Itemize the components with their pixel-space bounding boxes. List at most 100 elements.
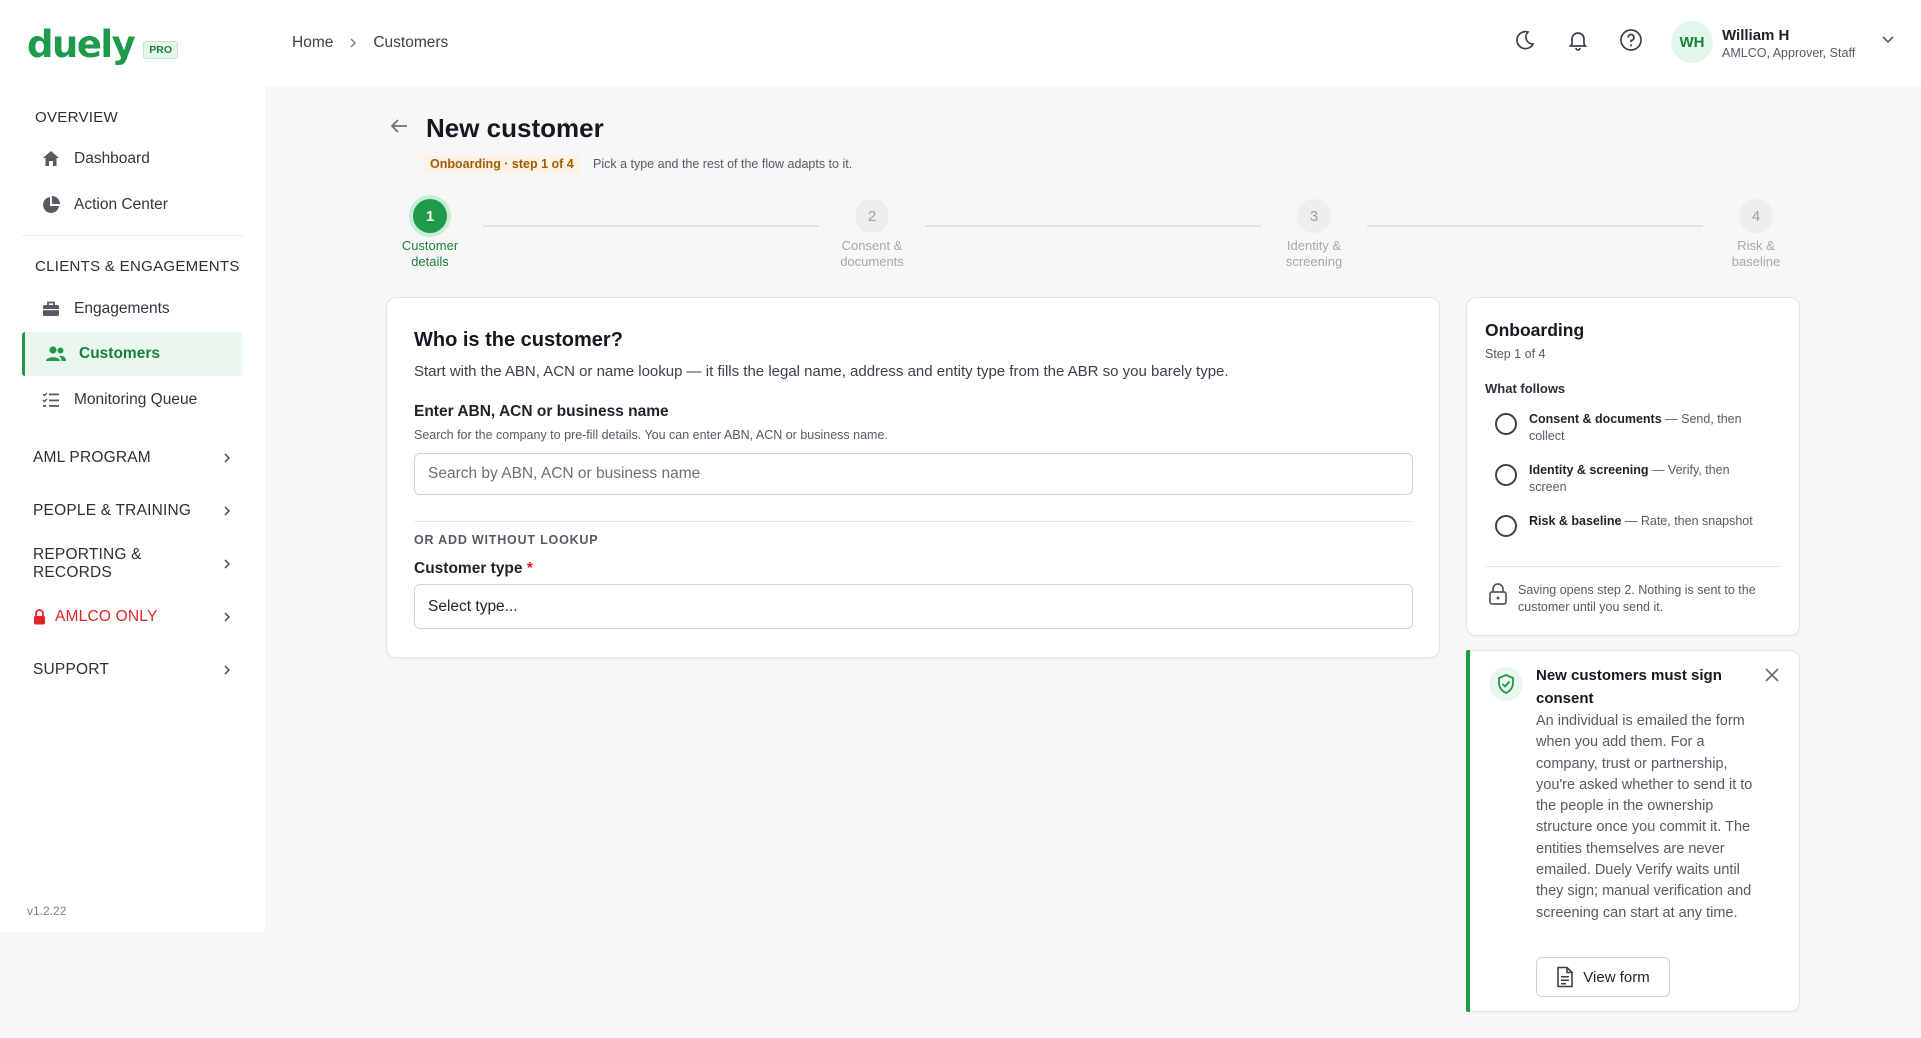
sidebar-item-label: Engagements: [74, 300, 170, 317]
avatar[interactable]: WH: [1671, 21, 1713, 63]
chevron-right-icon: [221, 611, 233, 623]
breadcrumb-home[interactable]: Home: [292, 34, 333, 52]
sidebar-group-reporting-records[interactable]: REPORTING & RECORDS: [22, 544, 243, 584]
or-add-without-lookup-label: OR ADD WITHOUT LOOKUP: [414, 533, 599, 547]
sidebar-group-label: REPORTING & RECORDS: [33, 546, 142, 581]
onboarding-divider: [1485, 566, 1782, 567]
lock-icon: [1487, 582, 1509, 606]
sidebar-item-label: Dashboard: [74, 150, 150, 167]
customer-type-select[interactable]: Select type...: [414, 584, 1413, 629]
step-label-line: Consent &: [841, 238, 903, 253]
sidebar-item-label: Action Center: [74, 196, 168, 213]
onboarding-item-identity: Identity & screening — Verify, then scre…: [1495, 462, 1795, 496]
what-follows-heading: What follows: [1485, 381, 1566, 396]
step-2-label[interactable]: Consent & documents: [817, 238, 927, 270]
step-4-label[interactable]: Risk & baseline: [1701, 238, 1811, 270]
onboarding-item-desc: — Rate, then snapshot: [1621, 514, 1753, 528]
sidebar-group-aml-program[interactable]: AML PROGRAM: [22, 438, 243, 478]
section-title-clients: CLIENTS & ENGAGEMENTS: [35, 258, 240, 275]
onboarding-item-risk: Risk & baseline — Rate, then snapshot: [1495, 513, 1795, 537]
circle-icon: [1495, 464, 1517, 486]
document-icon: [1556, 966, 1574, 988]
onboarding-step: Step 1 of 4: [1485, 347, 1546, 361]
lookup-label: Enter ABN, ACN or business name: [414, 403, 669, 420]
page-title: New customer: [426, 113, 604, 143]
sidebar-item-action-center[interactable]: Action Center: [22, 183, 243, 227]
sidebar-divider: [22, 235, 243, 236]
chevron-right-icon: [221, 505, 233, 517]
sidebar-group-people-training[interactable]: PEOPLE & TRAINING: [22, 491, 243, 531]
step-3-circle[interactable]: 3: [1297, 199, 1331, 233]
home-icon: [40, 148, 62, 170]
step-label-line: Risk &: [1737, 238, 1775, 253]
sidebar-group-label: SUPPORT: [33, 661, 110, 678]
onboarding-item-name: Identity & screening: [1529, 463, 1649, 477]
sidebar-group-support[interactable]: SUPPORT: [22, 650, 243, 690]
onboarding-item-name: Consent & documents: [1529, 412, 1662, 426]
app-version: v1.2.22: [27, 904, 67, 918]
help-icon[interactable]: [1618, 27, 1644, 53]
step-1-label[interactable]: Customer details: [375, 238, 485, 270]
form-divider: [414, 521, 1413, 522]
section-title-overview: OVERVIEW: [35, 109, 118, 126]
step-hint: Pick a type and the rest of the flow ada…: [593, 157, 853, 171]
step-label-line: documents: [840, 254, 904, 269]
users-icon: [45, 343, 67, 365]
onboarding-item-name: Risk & baseline: [1529, 514, 1622, 528]
step-1-circle[interactable]: 1: [413, 199, 447, 233]
step-4-circle[interactable]: 4: [1739, 199, 1773, 233]
callout-accent-bar: [1466, 650, 1470, 1012]
user-role: AMLCO, Approver, Staff: [1722, 46, 1856, 60]
step-2-circle[interactable]: 2: [855, 199, 889, 233]
sidebar-item-customers[interactable]: Customers: [22, 332, 243, 376]
sidebar-item-label: Monitoring Queue: [74, 391, 198, 408]
required-marker: *: [526, 560, 533, 577]
step-3-label[interactable]: Identity & screening: [1259, 238, 1369, 270]
chevron-right-icon: [221, 452, 233, 464]
step-label-line: baseline: [1731, 254, 1781, 269]
callout-body: An individual is emailed the form when y…: [1536, 713, 1753, 921]
user-name[interactable]: William H: [1722, 27, 1789, 44]
abn-search-input[interactable]: Search by ABN, ACN or business name: [414, 453, 1413, 495]
callout-title: New customers must sign consent: [1536, 667, 1722, 707]
chevron-right-icon: [348, 37, 358, 49]
step-label-line: details: [411, 254, 449, 269]
chevron-down-icon[interactable]: [1881, 32, 1895, 46]
sidebar-item-engagements[interactable]: Engagements: [22, 287, 243, 331]
sidebar: duely PRO OVERVIEW Dashboard Action Cent…: [0, 0, 265, 932]
breadcrumb-current: Customers: [373, 34, 449, 51]
customer-type-label-text: Customer type: [414, 560, 523, 577]
pie-chart-icon: [40, 194, 62, 216]
view-form-label: View form: [1583, 968, 1650, 986]
shield-check-icon: [1489, 667, 1523, 701]
brand-logo[interactable]: duely PRO: [27, 25, 178, 65]
sidebar-group-label: AMLCO ONLY: [55, 608, 158, 625]
sidebar-group-amlco-only[interactable]: AMLCO ONLY: [22, 597, 243, 637]
step-label-line: Customer: [401, 238, 459, 253]
onboarding-title: Onboarding: [1485, 320, 1585, 340]
step-connector: [925, 225, 1261, 227]
sidebar-item-label: Customers: [79, 345, 160, 362]
circle-icon: [1495, 413, 1517, 435]
back-arrow-icon[interactable]: [388, 115, 410, 137]
step-badge: Onboarding · step 1 of 4: [424, 155, 580, 173]
sidebar-group-label: PEOPLE & TRAINING: [33, 502, 192, 519]
bell-icon[interactable]: [1565, 27, 1591, 53]
moon-icon[interactable]: [1512, 27, 1538, 53]
lock-icon: [33, 609, 46, 625]
step-label-line: Identity &: [1286, 238, 1342, 253]
pro-badge: PRO: [143, 41, 178, 59]
breadcrumb: Home Customers: [292, 34, 448, 52]
brand-name: duely: [27, 23, 136, 66]
step-connector: [483, 225, 819, 227]
chevron-right-icon: [221, 664, 233, 676]
onboarding-note: Saving opens step 2. Nothing is sent to …: [1518, 583, 1756, 614]
circle-icon: [1495, 515, 1517, 537]
lookup-help: Search for the company to pre-fill detai…: [414, 428, 888, 442]
customer-type-label: Customer type *: [414, 560, 533, 578]
sidebar-item-monitoring-queue[interactable]: Monitoring Queue: [22, 378, 243, 422]
sidebar-group-label: AML PROGRAM: [33, 449, 151, 466]
close-icon[interactable]: [1763, 666, 1781, 684]
sidebar-item-dashboard[interactable]: Dashboard: [22, 137, 243, 181]
view-form-button[interactable]: View form: [1536, 957, 1670, 997]
